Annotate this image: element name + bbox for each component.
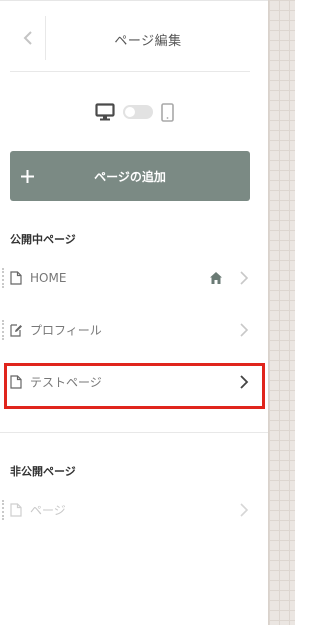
drag-handle[interactable]: [2, 268, 4, 288]
section-divider: [0, 432, 268, 433]
page-icon: [10, 503, 22, 517]
page-icon: [10, 375, 22, 389]
add-page-button[interactable]: ページの追加: [10, 151, 250, 201]
device-switcher: [0, 97, 268, 127]
page-item-unpublished[interactable]: ページ: [0, 484, 268, 536]
page-item-profile[interactable]: プロフィール: [0, 304, 268, 356]
page-item-label: ページ: [30, 503, 66, 518]
chevron-right-icon: [240, 375, 249, 389]
drag-handle[interactable]: [2, 320, 4, 340]
page-icon: [10, 271, 22, 285]
chevron-left-icon: [23, 31, 32, 45]
smartphone-icon[interactable]: [160, 102, 174, 122]
add-page-label: ページの追加: [94, 169, 166, 184]
page-edit-panel: ページ編集 ページの追加 公開中ページ HOME プロフィール テストページ 非…: [0, 0, 268, 625]
back-button[interactable]: [10, 16, 46, 60]
unpublished-section-title: 非公開ページ: [10, 465, 76, 478]
edit-page-icon: [10, 324, 22, 337]
page-title: ページ編集: [114, 33, 182, 49]
chevron-right-icon: [240, 271, 249, 285]
drag-handle[interactable]: [2, 500, 4, 520]
editor-canvas[interactable]: [268, 0, 295, 625]
chevron-right-icon: [240, 323, 249, 337]
panel-header: ページ編集: [10, 6, 250, 72]
published-section-title: 公開中ページ: [10, 233, 76, 246]
device-toggle[interactable]: [122, 105, 153, 119]
plus-icon: [10, 169, 44, 183]
chevron-right-icon: [240, 503, 249, 517]
desktop-icon[interactable]: [94, 103, 115, 121]
home-icon: [210, 272, 222, 284]
page-item-label: プロフィール: [30, 323, 102, 338]
page-item-test[interactable]: テストページ: [0, 356, 268, 408]
page-item-label: HOME: [30, 271, 67, 285]
page-item-label: テストページ: [30, 375, 102, 390]
page-item-home[interactable]: HOME: [0, 252, 268, 304]
toggle-knob: [124, 107, 135, 117]
